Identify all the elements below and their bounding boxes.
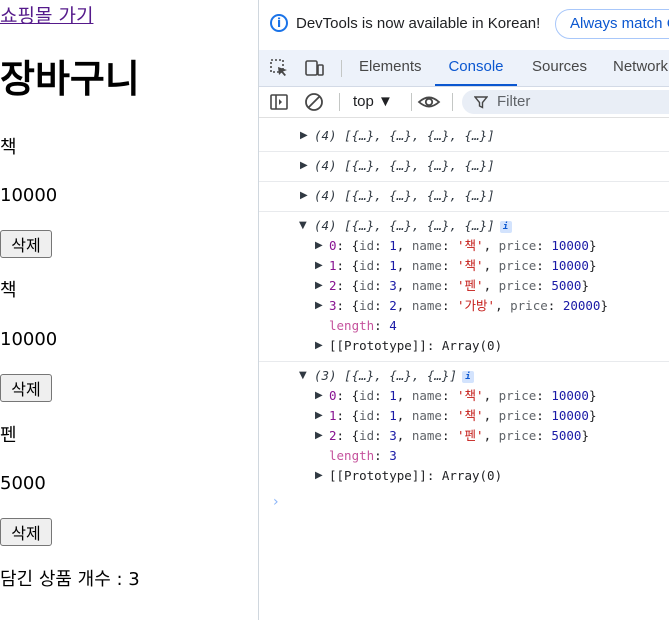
filter-input[interactable]: Filter [462, 90, 669, 114]
always-match-button[interactable]: Always match C [555, 9, 669, 39]
array-length: length: 3 [329, 448, 397, 463]
item-count-text: 담긴 상품 개수 : 3 [0, 569, 140, 590]
info-icon: i [270, 14, 288, 32]
item-name: 책 [0, 280, 17, 301]
toolbar-separator [411, 93, 412, 111]
info-badge-icon[interactable]: i [462, 370, 474, 383]
item-name: 펜 [0, 425, 17, 446]
shop-link[interactable]: 쇼핑몰 가기 [0, 1, 93, 28]
inspect-element-icon[interactable] [269, 58, 289, 78]
expand-triangle-icon[interactable]: ▶ [300, 186, 308, 206]
live-expression-eye-icon[interactable] [417, 92, 441, 112]
array-prototype[interactable]: ▶ [[Prototype]]: Array(0) [259, 466, 669, 486]
page-title: 장바구니 [0, 57, 140, 101]
toolbar-separator [339, 93, 340, 111]
array-summary: (3) [{…}, {…}, {…}] [314, 368, 457, 383]
sidebar-toggle-icon[interactable] [269, 92, 289, 112]
tab-console[interactable]: Console [435, 50, 517, 86]
info-badge-icon[interactable]: i [499, 220, 512, 233]
console-message-expanded[interactable]: ▼ (4) [{…}, {…}, {…}, {…}] i [259, 216, 669, 236]
delete-button[interactable]: 삭제 [0, 374, 52, 402]
devtools-panel: i DevTools is now available in Korean! A… [259, 0, 669, 620]
console-prompt-icon[interactable]: › [273, 494, 279, 510]
clear-console-icon[interactable] [304, 92, 324, 112]
array-prototype[interactable]: ▶ [[Prototype]]: Array(0) [259, 336, 669, 356]
filter-icon [474, 96, 488, 109]
array-entry[interactable]: ▶ 2: {id: 3, name: '펜', price: 5000} [259, 276, 669, 296]
delete-button[interactable]: 삭제 [0, 518, 52, 546]
item-name: 책 [0, 137, 17, 158]
devtools-tabbar: Elements Console Sources Network [259, 50, 669, 87]
console-message[interactable]: ▶ (4) [{…}, {…}, {…}, {…}] [259, 156, 669, 176]
array-summary: (4) [{…}, {…}, {…}, {…}] [314, 218, 495, 233]
message-divider [259, 181, 669, 182]
array-summary: (4) [{…}, {…}, {…}, {…}] [314, 158, 495, 173]
context-selector[interactable]: top ▼ [353, 93, 393, 110]
page-content: 쇼핑몰 가기 장바구니 책 10000 삭제 책 10000 삭제 펜 5000… [0, 0, 258, 620]
tab-sources[interactable]: Sources [532, 50, 587, 86]
expand-triangle-icon[interactable]: ▶ [300, 156, 308, 176]
tab-elements[interactable]: Elements [359, 50, 422, 86]
delete-button[interactable]: 삭제 [0, 230, 52, 258]
message-divider [259, 151, 669, 152]
array-entry[interactable]: ▶ 1: {id: 1, name: '책', price: 10000} [259, 256, 669, 276]
collapse-triangle-icon[interactable]: ▼ [299, 366, 307, 386]
console-message[interactable]: ▶ (4) [{…}, {…}, {…}, {…}] [259, 186, 669, 206]
array-summary: (4) [{…}, {…}, {…}, {…}] [314, 128, 495, 143]
console-message[interactable]: ▶ (4) [{…}, {…}, {…}, {…}] [259, 126, 669, 146]
tab-network[interactable]: Network [613, 50, 668, 86]
device-toolbar-icon[interactable] [304, 58, 324, 78]
devtools-infobar: i DevTools is now available in Korean! A… [259, 0, 669, 50]
message-divider [259, 211, 669, 212]
array-length: length: 4 [329, 318, 397, 333]
array-entry[interactable]: ▶ 3: {id: 2, name: '가방', price: 20000} [259, 296, 669, 316]
collapse-triangle-icon[interactable]: ▼ [299, 216, 307, 236]
toolbar-separator [452, 93, 453, 111]
console-message-expanded[interactable]: ▼ (3) [{…}, {…}, {…}] i [259, 366, 669, 386]
tab-separator [341, 60, 342, 77]
array-entry[interactable]: ▶ 0: {id: 1, name: '책', price: 10000} [259, 236, 669, 256]
array-summary: (4) [{…}, {…}, {…}, {…}] [314, 188, 495, 203]
item-price: 10000 [0, 185, 58, 206]
message-divider [259, 361, 669, 362]
filter-placeholder: Filter [497, 93, 531, 110]
expand-triangle-icon[interactable]: ▶ [300, 126, 308, 146]
infobar-message: DevTools is now available in Korean! [296, 15, 541, 32]
console-toolbar: top ▼ Filter [259, 87, 669, 118]
item-price: 10000 [0, 329, 58, 350]
array-entry[interactable]: ▶ 1: {id: 1, name: '책', price: 10000} [259, 406, 669, 426]
array-entry[interactable]: ▶ 0: {id: 1, name: '책', price: 10000} [259, 386, 669, 406]
item-price: 5000 [0, 473, 46, 494]
array-entry[interactable]: ▶ 2: {id: 3, name: '펜', price: 5000} [259, 426, 669, 446]
